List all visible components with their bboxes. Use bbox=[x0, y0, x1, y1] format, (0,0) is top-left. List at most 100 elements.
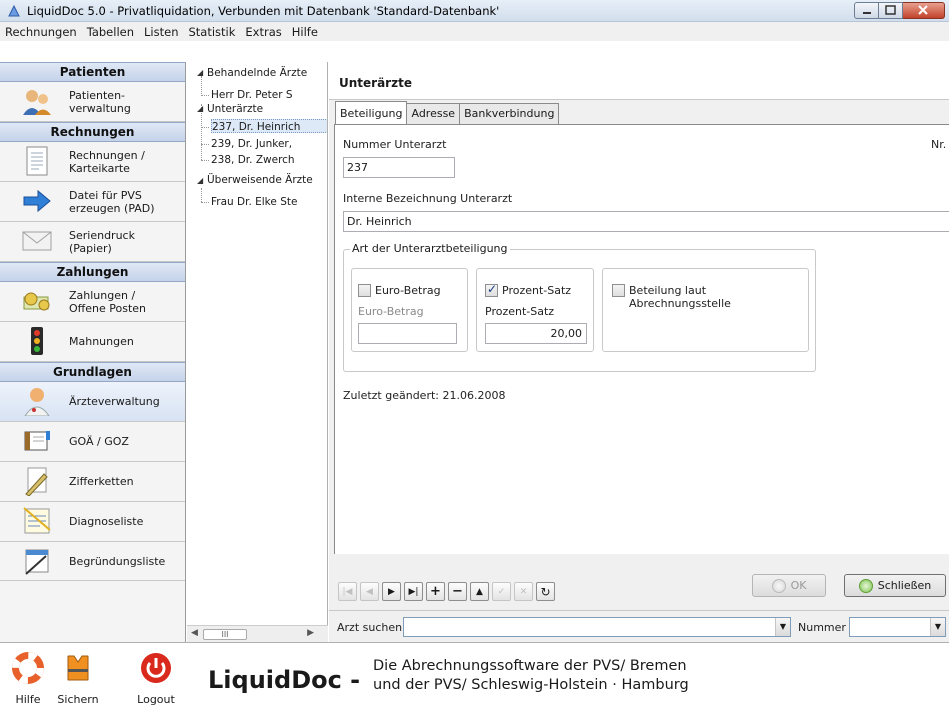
tree-node-unteraerzte[interactable]: Unterärzte bbox=[207, 102, 263, 116]
dropdown-arrow-icon[interactable]: ▼ bbox=[775, 618, 790, 636]
tree-node-selected[interactable]: 237, Dr. Heinrich bbox=[211, 119, 327, 133]
euro-checkbox[interactable] bbox=[358, 284, 371, 297]
sidebar-item-zahlungen[interactable]: Zahlungen / Offene Posten bbox=[0, 282, 185, 322]
post-record-button[interactable]: ✓ bbox=[492, 582, 511, 601]
euro-checkbox-label: Euro-Betrag bbox=[375, 284, 441, 297]
collapse-icon[interactable]: ◢ bbox=[197, 104, 203, 113]
prev-record-button[interactable]: ◀ bbox=[360, 582, 379, 601]
liquiddoc-app-icon bbox=[8, 4, 20, 17]
menu-listen[interactable]: Listen bbox=[139, 25, 183, 39]
maximize-icon bbox=[885, 5, 896, 15]
close-button[interactable] bbox=[903, 2, 945, 19]
bezeichnung-field[interactable]: Dr. Heinrich bbox=[343, 211, 949, 232]
search-label: Arzt suchen bbox=[337, 621, 403, 634]
sidebar-item-label: Seriendruck (Papier) bbox=[69, 228, 135, 255]
envelope-icon bbox=[22, 226, 52, 256]
sort-combobox[interactable]: ▼ bbox=[849, 617, 946, 637]
prozent-field-label: Prozent-Satz bbox=[485, 305, 555, 318]
sichern-label: Sichern bbox=[57, 693, 99, 706]
menu-extras[interactable]: Extras bbox=[240, 25, 286, 39]
tree-horizontal-scrollbar[interactable]: ◀ III ▶ bbox=[187, 625, 328, 642]
dropdown-arrow-icon[interactable]: ▼ bbox=[930, 618, 945, 636]
sidebar-item-label: Diagnoseliste bbox=[69, 515, 144, 528]
tab-beteiligung[interactable]: Beteiligung bbox=[335, 101, 408, 124]
menu-tabellen[interactable]: Tabellen bbox=[82, 25, 139, 39]
last-record-button[interactable]: ▶| bbox=[404, 582, 423, 601]
refresh-button[interactable]: ↻ bbox=[536, 582, 555, 601]
doctor-tree: ◢ Behandelnde Ärzte Herr Dr. Peter S ◢ U… bbox=[187, 62, 328, 642]
prozent-checkbox-label: Prozent-Satz bbox=[502, 284, 572, 297]
abrechnung-checkbox[interactable] bbox=[612, 284, 625, 297]
menu-statistik[interactable]: Statistik bbox=[183, 25, 240, 39]
tree-node-doctor[interactable]: 239, Dr. Junker, bbox=[211, 137, 292, 151]
menu-hilfe[interactable]: Hilfe bbox=[287, 25, 323, 39]
traffic-light-icon bbox=[22, 326, 52, 356]
hilfe-label: Hilfe bbox=[15, 693, 41, 706]
sidebar-item-aerzteverwaltung[interactable]: Ärzteverwaltung bbox=[0, 382, 185, 422]
page-title: Unterärzte bbox=[339, 76, 412, 90]
prozent-box: Prozent-Satz Prozent-Satz 20,00 bbox=[476, 268, 594, 352]
tab-bankverbindung[interactable]: Bankverbindung bbox=[459, 103, 560, 124]
last-icon: ▶| bbox=[408, 586, 419, 597]
sidebar-item-diagnoseliste[interactable]: Diagnoseliste bbox=[0, 502, 185, 542]
sidebar-item-patientenverwaltung[interactable]: Patienten- verwaltung bbox=[0, 82, 185, 122]
maximize-button[interactable] bbox=[879, 2, 903, 19]
delete-record-button[interactable]: − bbox=[448, 582, 467, 601]
sidebar-item-goae-goz[interactable]: GOÄ / GOZ bbox=[0, 422, 185, 462]
tree-node-ueberweisende-aerzte[interactable]: Überweisende Ärzte bbox=[207, 173, 313, 187]
logout-button[interactable]: Logout bbox=[135, 648, 177, 710]
plus-icon: + bbox=[430, 584, 441, 599]
nummer-field[interactable]: 237 bbox=[343, 157, 455, 178]
scroll-right-icon[interactable]: ▶ bbox=[307, 628, 314, 638]
close-label: Schließen bbox=[877, 579, 932, 592]
close-dialog-button[interactable]: Schließen bbox=[844, 574, 946, 597]
collapse-icon[interactable]: ◢ bbox=[197, 176, 203, 185]
tree-node-behandelnde-aerzte[interactable]: Behandelnde Ärzte bbox=[207, 66, 307, 80]
euro-box: Euro-Betrag Euro-Betrag bbox=[351, 268, 468, 352]
scroll-left-icon[interactable]: ◀ bbox=[191, 628, 198, 638]
main-panel: Unterärzte Beteiligung Adresse Bankverbi… bbox=[329, 62, 949, 642]
sidebar-item-label: Patienten- verwaltung bbox=[69, 88, 131, 115]
minimize-icon bbox=[863, 12, 871, 14]
menu-rechnungen[interactable]: Rechnungen bbox=[0, 25, 82, 39]
edit-record-button[interactable]: ▲ bbox=[470, 582, 489, 601]
sidebar-item-zifferketten[interactable]: Zifferketten bbox=[0, 462, 185, 502]
minimize-button[interactable] bbox=[854, 2, 879, 19]
sidebar-item-seriendruck[interactable]: Seriendruck (Papier) bbox=[0, 222, 185, 262]
sidebar-item-pvs-datei[interactable]: Datei für PVS erzeugen (PAD) bbox=[0, 182, 185, 222]
sidebar-item-label: Datei für PVS erzeugen (PAD) bbox=[69, 188, 155, 215]
first-record-button[interactable]: |◀ bbox=[338, 582, 357, 601]
prozent-checkbox[interactable] bbox=[485, 282, 498, 297]
minus-icon: − bbox=[452, 584, 463, 599]
close-icon bbox=[918, 5, 928, 15]
tab-adresse[interactable]: Adresse bbox=[406, 103, 461, 124]
logout-label: Logout bbox=[137, 693, 175, 706]
sidebar-item-begruendungsliste[interactable]: Begründungsliste bbox=[0, 542, 185, 581]
add-record-button[interactable]: + bbox=[426, 582, 445, 601]
sidebar: Patienten Patienten- verwaltung Rechnung… bbox=[0, 62, 186, 642]
sichern-button[interactable]: Sichern bbox=[57, 648, 99, 710]
abrechnung-checkbox-label: Beteilung laut Abrechnungsstelle bbox=[629, 284, 731, 310]
arzt-search-combobox[interactable]: ▼ bbox=[403, 617, 791, 637]
money-icon bbox=[22, 286, 52, 316]
panel-header: Unterärzte bbox=[329, 62, 949, 100]
euro-field[interactable] bbox=[358, 323, 457, 344]
tree-node-doctor[interactable]: 238, Dr. Zwerch bbox=[211, 153, 295, 167]
cancel-record-button[interactable]: ✕ bbox=[514, 582, 533, 601]
sidebar-item-label: Ärzteverwaltung bbox=[69, 395, 160, 408]
window-title: LiquidDoc 5.0 - Privatliquidation, Verbu… bbox=[27, 4, 500, 18]
liquiddoc-logo: LiquidDoc - bbox=[208, 666, 361, 694]
scrollbar-thumb[interactable]: III bbox=[203, 629, 247, 640]
tree-node-doctor[interactable]: Frau Dr. Elke Ste bbox=[211, 195, 297, 209]
prozent-field[interactable]: 20,00 bbox=[485, 323, 587, 344]
ok-button[interactable]: OK bbox=[752, 574, 826, 597]
collapse-icon[interactable]: ◢ bbox=[197, 68, 203, 77]
sidebar-item-rechnungen[interactable]: Rechnungen / Karteikarte bbox=[0, 142, 185, 182]
next-record-button[interactable]: ▶ bbox=[382, 582, 401, 601]
ok-icon bbox=[771, 578, 786, 593]
hilfe-button[interactable]: Hilfe bbox=[7, 648, 49, 710]
doctor-icon bbox=[22, 386, 52, 416]
tree-node-doctor[interactable]: Herr Dr. Peter S bbox=[211, 88, 293, 102]
sidebar-item-label: Zifferketten bbox=[69, 475, 134, 488]
sidebar-item-mahnungen[interactable]: Mahnungen bbox=[0, 322, 185, 362]
